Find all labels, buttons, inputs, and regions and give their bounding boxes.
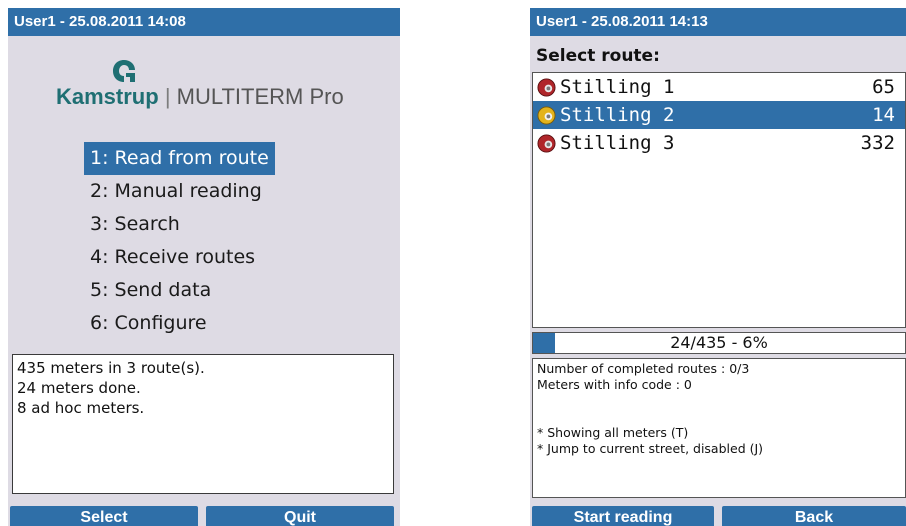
route-row-stilling-1[interactable]: Stilling 1 65 [533, 73, 905, 101]
title-bar: User1 - 25.08.2011 14:13 [530, 8, 906, 36]
main-menu: 1: Read from route 2: Manual reading 3: … [84, 142, 275, 340]
menu-item-manual-reading[interactable]: 2: Manual reading [84, 175, 275, 208]
route-status-box: Number of completed routes : 0/3 Meters … [532, 358, 906, 498]
summary-info-box: 435 meters in 3 route(s). 24 meters done… [12, 354, 394, 494]
kamstrup-logo-icon [113, 60, 135, 82]
back-button[interactable]: Back [722, 506, 906, 526]
info-line: 435 meters in 3 route(s). [17, 359, 205, 377]
progress-label: 24/435 - 6% [670, 333, 768, 352]
quit-button[interactable]: Quit [206, 506, 394, 526]
note-line: * Showing all meters (T) [537, 425, 689, 440]
info-line: 24 meters done. [17, 379, 141, 397]
title-bar: User1 - 25.08.2011 14:08 [8, 8, 400, 36]
start-reading-button[interactable]: Start reading [532, 506, 714, 526]
red-status-icon [537, 134, 556, 153]
logo-brand-text: Kamstrup [56, 84, 159, 109]
route-name: Stilling 3 [560, 132, 675, 154]
status-line: Number of completed routes : 0/3 [537, 361, 750, 376]
logo-wordmark: Kamstrup | MULTITERM Pro [56, 84, 344, 110]
menu-item-send-data[interactable]: 5: Send data [84, 274, 275, 307]
route-meter-count: 332 [860, 132, 895, 154]
menu-item-configure[interactable]: 6: Configure [84, 307, 275, 340]
logo-separator: | [164, 84, 171, 109]
route-list: Stilling 1 65 Stilling 2 14 Stilling 3 3… [532, 72, 906, 328]
red-status-icon [537, 78, 556, 97]
route-name: Stilling 2 [560, 104, 675, 126]
page-title: Select route: [536, 46, 660, 66]
info-line: 8 ad hoc meters. [17, 399, 145, 417]
select-button[interactable]: Select [10, 506, 198, 526]
route-row-stilling-3[interactable]: Stilling 3 332 [533, 129, 905, 157]
note-line: * Jump to current street, disabled (J) [537, 441, 764, 456]
status-line: Meters with info code : 0 [537, 377, 692, 392]
route-meter-count: 65 [872, 76, 895, 98]
logo-product-text: MULTITERM Pro [176, 84, 344, 109]
yellow-status-icon [537, 106, 556, 125]
route-meter-count: 14 [872, 104, 895, 126]
menu-item-receive-routes[interactable]: 4: Receive routes [84, 241, 275, 274]
progress-bar: 24/435 - 6% [532, 332, 906, 354]
menu-item-read-from-route[interactable]: 1: Read from route [84, 142, 275, 175]
main-menu-screen: User1 - 25.08.2011 14:08 Kamstrup | MULT… [8, 8, 400, 526]
route-row-stilling-2[interactable]: Stilling 2 14 [533, 101, 905, 129]
menu-item-search[interactable]: 3: Search [84, 208, 275, 241]
kamstrup-logo: Kamstrup | MULTITERM Pro [8, 52, 400, 122]
route-name: Stilling 1 [560, 76, 675, 98]
select-route-screen: User1 - 25.08.2011 14:13 Select route: S… [530, 8, 906, 526]
